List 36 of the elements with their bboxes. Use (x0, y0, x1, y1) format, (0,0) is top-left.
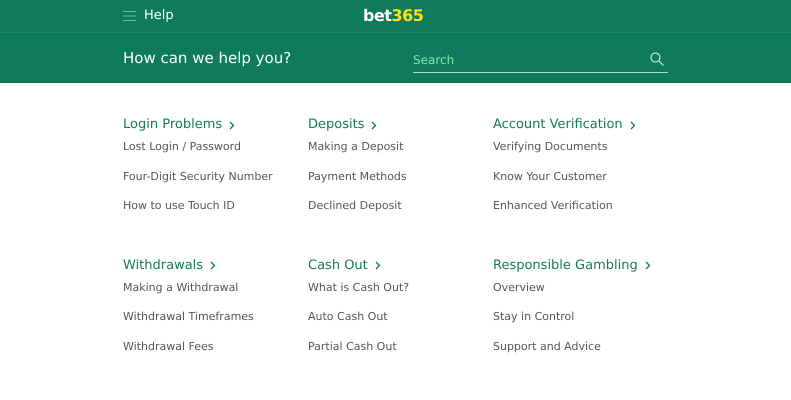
help-link[interactable]: Support and Advice (493, 340, 601, 354)
logo[interactable]: bet365 (363, 4, 424, 28)
help-link[interactable]: Making a Withdrawal (123, 280, 238, 294)
help-link[interactable]: How to use Touch ID (123, 199, 235, 213)
help-link[interactable]: Making a Deposit (308, 140, 404, 154)
page-title: How can we help you? (123, 48, 292, 69)
help-link[interactable]: Partial Cash Out (308, 340, 397, 354)
help-link[interactable]: Withdrawal Fees (123, 340, 214, 354)
help-link[interactable]: Lost Login / Password (123, 140, 241, 154)
help-link[interactable]: What is Cash Out? (308, 280, 410, 294)
section-heading[interactable]: Account Verification (493, 116, 623, 134)
menu-icon[interactable] (123, 11, 136, 21)
chevron-right-icon (374, 261, 381, 270)
help-link[interactable]: Stay in Control (493, 310, 574, 324)
help-link[interactable]: Enhanced Verification (493, 199, 613, 213)
section-heading[interactable]: Withdrawals (123, 256, 204, 274)
chevron-right-icon (229, 120, 236, 130)
search-field[interactable]: Search (413, 48, 668, 72)
chevron-right-icon (371, 120, 378, 130)
chevron-right-icon (210, 261, 216, 270)
help-link[interactable]: Verifying Documents (493, 140, 608, 154)
section-heading[interactable]: Deposits (308, 116, 364, 134)
section-heading[interactable]: Responsible Gambling (493, 256, 638, 274)
section-heading[interactable]: Login Problems (123, 116, 222, 134)
search-icon[interactable] (650, 52, 664, 66)
chevron-right-icon (630, 120, 636, 130)
help-link[interactable]: Know Your Customer (493, 170, 607, 184)
help-link[interactable]: Four-Digit Security Number (123, 170, 273, 184)
help-link[interactable]: Payment Methods (308, 170, 407, 184)
help-link[interactable]: Overview (493, 280, 545, 294)
section-heading[interactable]: Cash Out (308, 256, 368, 274)
help-link[interactable]: Withdrawal Timeframes (123, 310, 254, 324)
menu-label[interactable]: Help (144, 6, 174, 26)
help-link[interactable]: Declined Deposit (308, 199, 402, 213)
chevron-right-icon (644, 261, 651, 270)
help-link[interactable]: Auto Cash Out (308, 310, 388, 324)
